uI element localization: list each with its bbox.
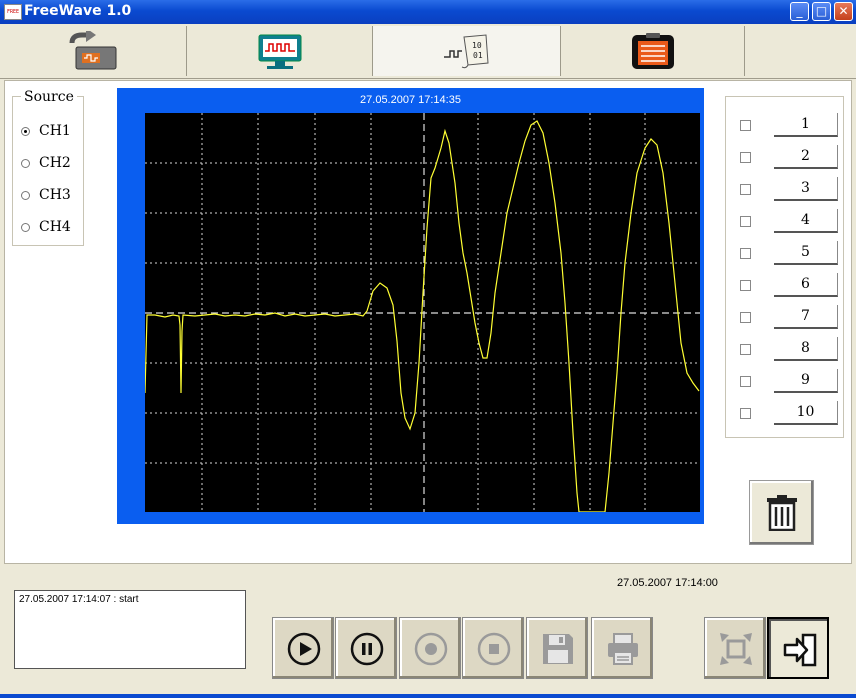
- svg-text:01: 01: [473, 51, 483, 60]
- mark-checkbox-5[interactable]: [740, 248, 751, 259]
- monitor-wave-icon: [258, 34, 301, 69]
- radio-ch2[interactable]: [21, 159, 30, 168]
- mark-button-8[interactable]: 8: [774, 337, 838, 361]
- mark-button-6[interactable]: 6: [774, 273, 838, 297]
- close-button[interactable]: ✕: [834, 2, 853, 21]
- mark-checkbox-3[interactable]: [740, 184, 751, 195]
- title-bar: FREE FreeWave 1.0 _ □ ✕: [0, 0, 856, 24]
- mark-row: 9: [740, 369, 840, 393]
- data-tab[interactable]: 10 01: [373, 26, 561, 76]
- pause-button[interactable]: [335, 617, 397, 679]
- printer-icon: [608, 633, 638, 665]
- mark-checkbox-6[interactable]: [740, 280, 751, 291]
- mark-row: 3: [740, 177, 840, 201]
- exit-arrow-icon: [783, 633, 817, 667]
- mark-button-1[interactable]: 1: [774, 113, 838, 137]
- radio-ch3[interactable]: [21, 191, 30, 200]
- mark-row: 8: [740, 337, 840, 361]
- delete-marks-button[interactable]: [749, 480, 814, 545]
- exit-button[interactable]: [767, 617, 829, 679]
- radio-label: CH2: [39, 155, 71, 171]
- signal-monitor-tab[interactable]: [187, 26, 373, 76]
- waveform-trace: [144, 120, 700, 513]
- mark-button-4[interactable]: 4: [774, 209, 838, 233]
- radio-ch4[interactable]: [21, 223, 30, 232]
- source-option-ch4[interactable]: CH4: [21, 218, 81, 238]
- print-button[interactable]: [591, 617, 653, 679]
- status-timestamp: 27.05.2007 17:14:00: [617, 577, 718, 589]
- source-legend: Source: [21, 89, 77, 105]
- mark-checkbox-8[interactable]: [740, 344, 751, 355]
- mark-checkbox-1[interactable]: [740, 120, 751, 131]
- source-group: Source CH1 CH2 CH3 CH4: [12, 89, 84, 246]
- record-button[interactable]: [399, 617, 461, 679]
- wave-binary-icon: 10 01: [443, 34, 489, 69]
- mark-row: 1: [740, 113, 840, 137]
- record-icon: [414, 632, 448, 666]
- radio-label: CH4: [39, 219, 71, 235]
- maximize-button[interactable]: □: [812, 2, 831, 21]
- fullscreen-button[interactable]: [704, 617, 766, 679]
- mark-checkbox-4[interactable]: [740, 216, 751, 227]
- marks-group: 1 2 3 4 5 6 7 8 9 10: [725, 96, 844, 438]
- stop-button[interactable]: [462, 617, 524, 679]
- mark-row: 2: [740, 145, 840, 169]
- log-entry: 27.05.2007 17:14:07 : start: [19, 594, 139, 605]
- scope-timestamp: 27.05.2007 17:14:35: [360, 94, 461, 106]
- play-icon: [287, 632, 321, 666]
- stop-icon: [477, 632, 511, 666]
- pause-icon: [350, 632, 384, 666]
- mark-row: 4: [740, 209, 840, 233]
- play-button[interactable]: [272, 617, 334, 679]
- event-log[interactable]: 27.05.2007 17:14:07 : start: [14, 590, 246, 669]
- source-option-ch2[interactable]: CH2: [21, 154, 81, 174]
- expand-icon: [720, 633, 752, 665]
- source-option-ch3[interactable]: CH3: [21, 186, 81, 206]
- mark-button-10[interactable]: 10: [774, 401, 838, 425]
- mark-button-9[interactable]: 9: [774, 369, 838, 393]
- mark-button-7[interactable]: 7: [774, 305, 838, 329]
- device-arrow-icon: [69, 31, 117, 70]
- mark-button-5[interactable]: 5: [774, 241, 838, 265]
- connect-tab[interactable]: [0, 26, 187, 76]
- mark-button-2[interactable]: 2: [774, 145, 838, 169]
- mark-button-3[interactable]: 3: [774, 177, 838, 201]
- mark-row: 7: [740, 305, 840, 329]
- window-title: FreeWave 1.0: [24, 3, 132, 19]
- mark-checkbox-10[interactable]: [740, 408, 751, 419]
- report-tab[interactable]: [561, 26, 745, 76]
- svg-text:10: 10: [472, 41, 482, 50]
- mark-checkbox-2[interactable]: [740, 152, 751, 163]
- trash-icon: [767, 495, 797, 531]
- toolbar: 10 01: [0, 24, 856, 79]
- mark-row: 5: [740, 241, 840, 265]
- radio-label: CH1: [39, 123, 71, 139]
- mark-checkbox-7[interactable]: [740, 312, 751, 323]
- mark-checkbox-9[interactable]: [740, 376, 751, 387]
- taskbar-edge: [0, 694, 856, 698]
- minimize-button[interactable]: _: [790, 2, 809, 21]
- source-option-ch1[interactable]: CH1: [21, 122, 81, 142]
- scope-plot[interactable]: [144, 113, 700, 513]
- mark-row: 6: [740, 273, 840, 297]
- radio-label: CH3: [39, 187, 71, 203]
- clipboard-icon: [631, 33, 674, 69]
- mark-row: 10: [740, 401, 840, 425]
- radio-ch1[interactable]: [21, 127, 30, 136]
- floppy-icon: [543, 634, 573, 664]
- waveform-display: [144, 113, 700, 513]
- save-button[interactable]: [526, 617, 588, 679]
- app-icon: FREE: [4, 4, 22, 20]
